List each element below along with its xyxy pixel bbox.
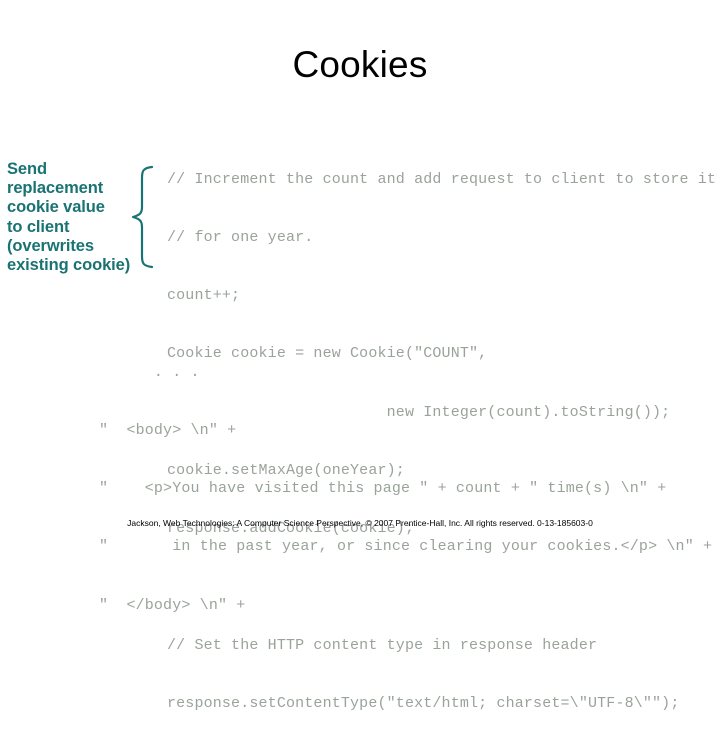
- code-line: count++;: [167, 287, 241, 305]
- code-line: " <p>You have visited this page " + coun…: [99, 480, 667, 498]
- code-line: response.setContentType("text/html; char…: [167, 694, 680, 712]
- slide-canvas: Cookies Send replacement cookie value to…: [0, 0, 720, 712]
- code-line: // for one year.: [167, 229, 314, 247]
- annotation-line: Send: [7, 160, 47, 178]
- page-title: Cookies: [292, 44, 428, 85]
- code-line: " <body> \n" +: [99, 422, 237, 440]
- code-line: " in the past year, or since clearing yo…: [99, 538, 713, 556]
- code-line: " </body> \n" +: [99, 596, 246, 614]
- annotation-line: to client: [7, 217, 70, 236]
- annotation-line: existing cookie): [7, 256, 131, 275]
- footer-copyright: Jackson, Web Technologies: A Computer Sc…: [127, 518, 593, 528]
- code-line: // Increment the count and add request t…: [167, 170, 717, 188]
- code-ellipsis-line: . . .: [99, 363, 200, 381]
- curly-brace-icon: [128, 165, 162, 269]
- annotation-callout: Send replacement cookie value to client …: [7, 160, 135, 275]
- annotation-line: replacement: [7, 179, 104, 198]
- output-code-block: . . . " <body> \n" + " <p>You have visit…: [99, 324, 712, 654]
- curly-brace-svg: [131, 165, 154, 269]
- annotation-line: (overwrites: [7, 236, 94, 255]
- annotation-line: cookie value: [7, 198, 105, 217]
